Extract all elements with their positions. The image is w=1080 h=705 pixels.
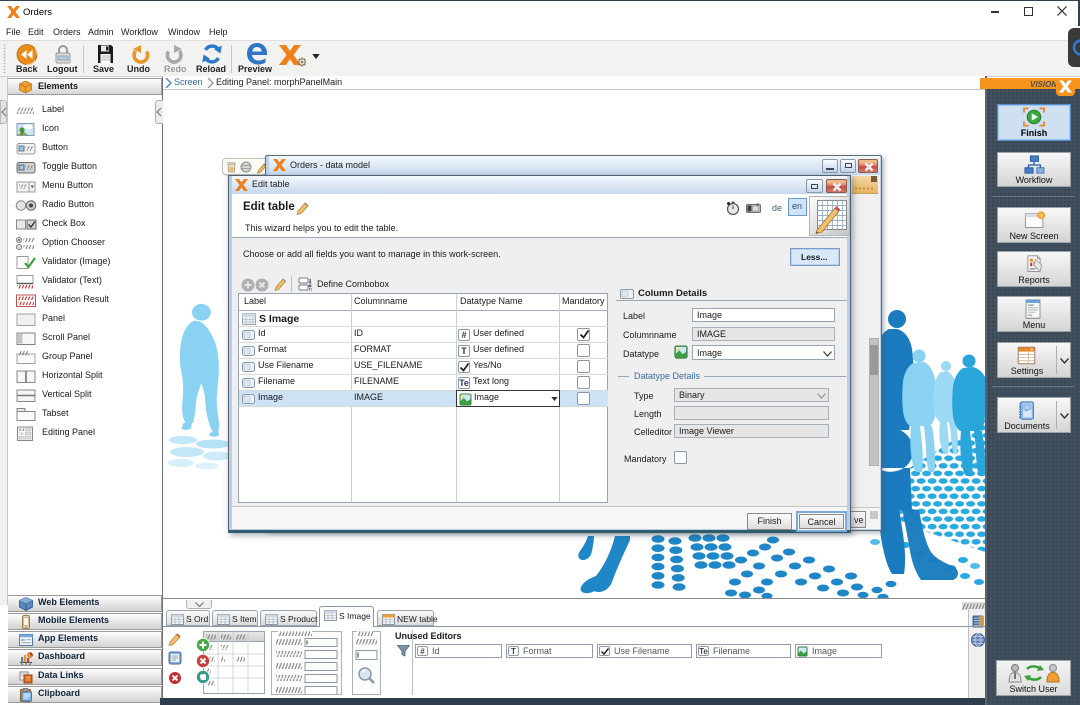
svg-text:1: 1	[309, 279, 312, 285]
svg-text:n: n	[309, 287, 312, 292]
